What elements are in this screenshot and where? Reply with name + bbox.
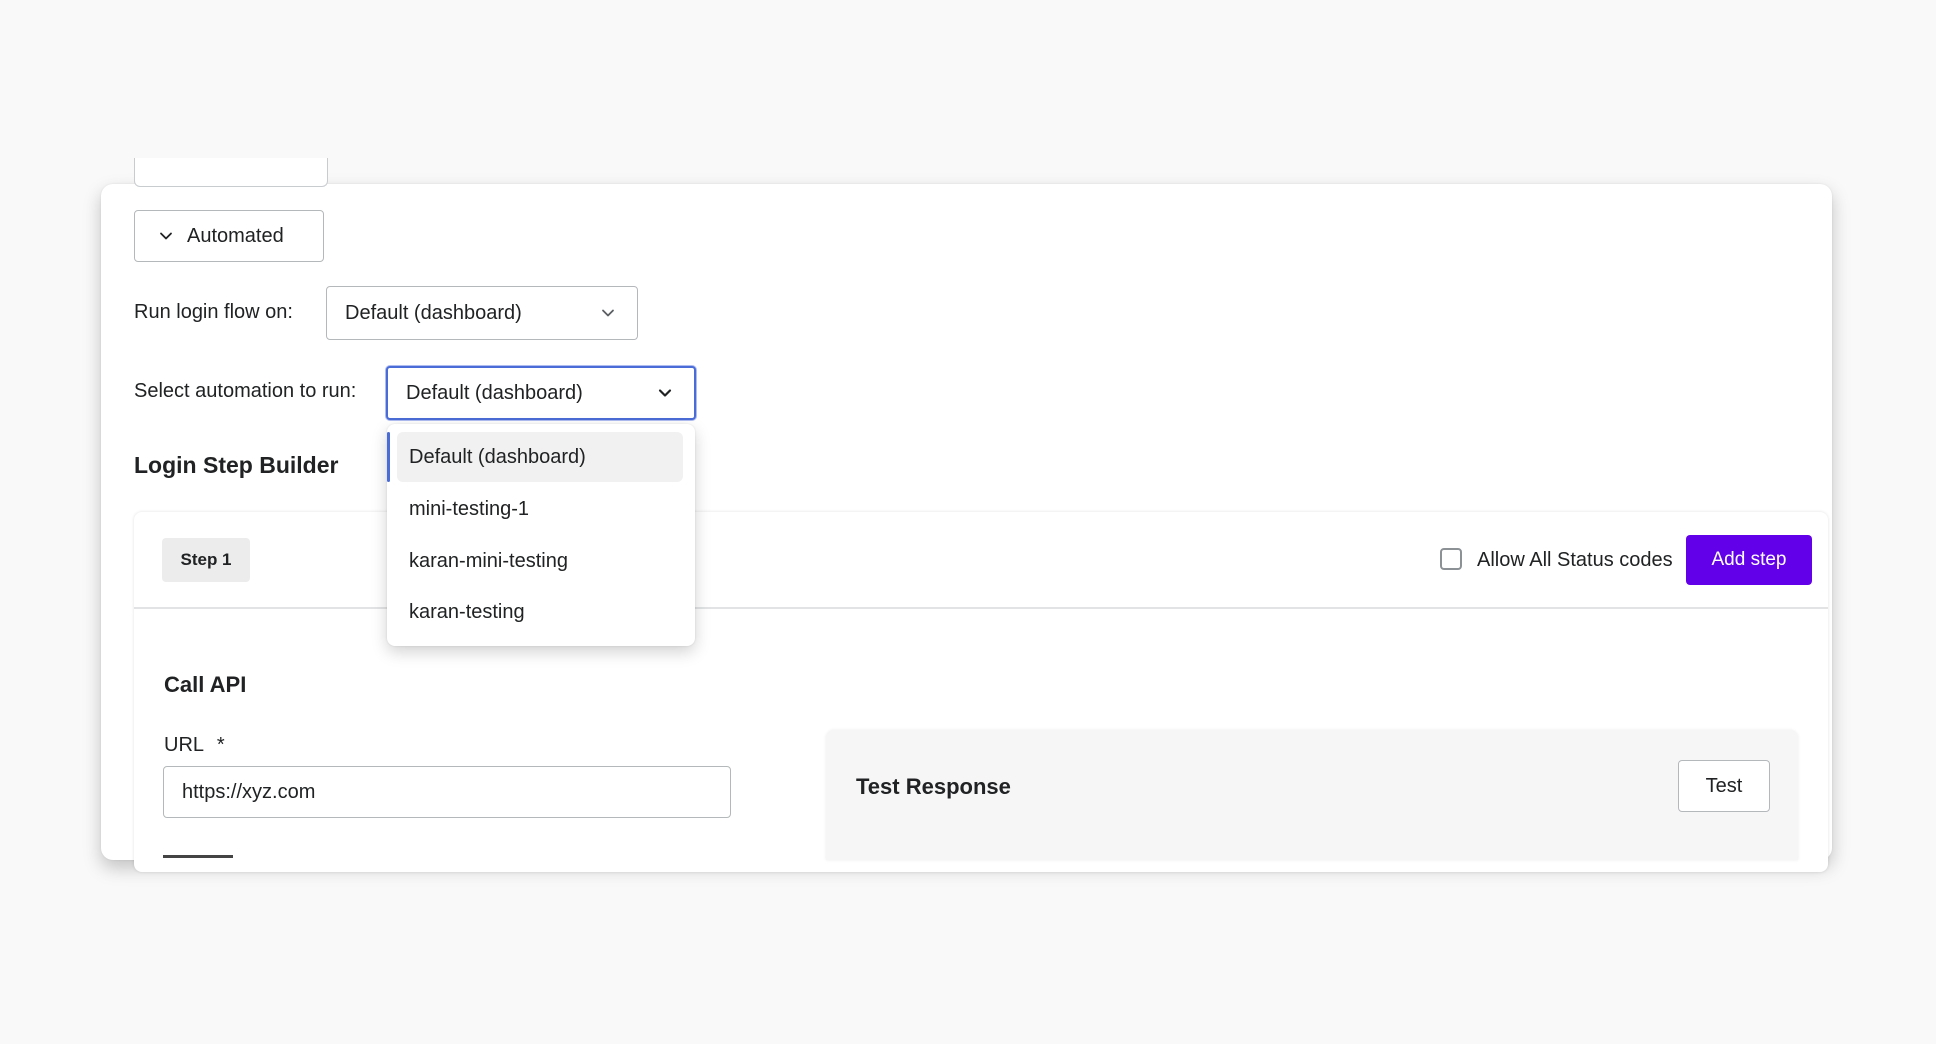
dropdown-option-karan-testing[interactable]: karan-testing [397,587,683,637]
login-flow-select[interactable]: Default (dashboard) [326,286,638,340]
chevron-down-icon [602,309,614,317]
automated-toggle-button[interactable]: Automated [134,210,324,262]
call-api-title: Call API [164,672,247,697]
automation-select[interactable]: Default (dashboard) [386,366,696,420]
chevron-down-icon [160,232,172,240]
required-marker: * [216,734,225,756]
url-field-label: URL * [164,734,225,757]
automation-label: Select automation to run: [134,380,357,402]
step-badge[interactable]: Step 1 [162,538,250,582]
login-flow-label: Run login flow on: [134,301,293,323]
automation-selected-value: Default (dashboard) [406,381,583,404]
login-step-builder-title: Login Step Builder [134,452,339,478]
url-input-value: https://xyz.com [182,780,316,803]
chevron-down-icon [658,389,672,397]
test-button[interactable]: Test [1678,760,1770,812]
url-input[interactable]: https://xyz.com [163,766,731,818]
allow-all-status-label: Allow All Status codes [1477,549,1673,571]
dropdown-option-karan-mini-testing[interactable]: karan-mini-testing [397,536,683,586]
url-label-text: URL [164,734,204,756]
add-step-button[interactable]: Add step [1686,535,1812,585]
test-response-title: Test Response [856,774,1011,799]
allow-all-status-checkbox[interactable] [1440,548,1462,570]
dropdown-option-default[interactable]: Default (dashboard) [397,432,683,482]
clipped-button[interactable] [134,158,328,187]
dropdown-option-mini-testing-1[interactable]: mini-testing-1 [397,484,683,534]
automated-toggle-label: Automated [187,224,284,247]
automation-dropdown-menu: Default (dashboard) mini-testing-1 karan… [387,424,695,646]
dropdown-accent [387,432,390,482]
clipped-label [163,855,243,861]
login-flow-selected-value: Default (dashboard) [345,301,522,324]
